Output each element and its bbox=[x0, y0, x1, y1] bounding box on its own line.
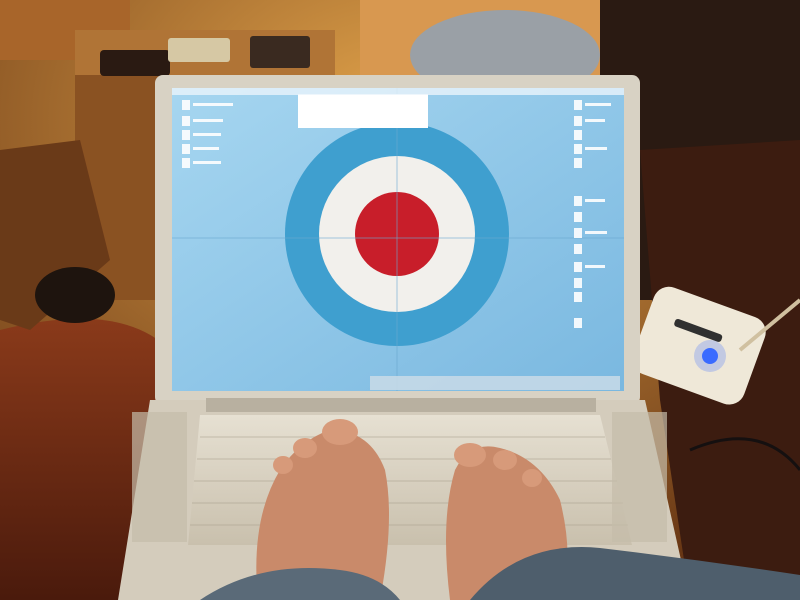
hinge bbox=[206, 398, 596, 412]
file-icon[interactable] bbox=[574, 144, 582, 154]
file-icon[interactable] bbox=[574, 228, 582, 238]
file-icon[interactable] bbox=[182, 158, 190, 168]
cable-coil bbox=[35, 267, 115, 323]
blank-window[interactable] bbox=[298, 94, 428, 128]
left-speaker-grille bbox=[132, 412, 187, 542]
file-icon[interactable] bbox=[574, 278, 582, 288]
box-on-table bbox=[168, 38, 230, 62]
small-device-on-table bbox=[100, 50, 170, 76]
file-icon[interactable] bbox=[574, 130, 582, 140]
file-icon[interactable] bbox=[574, 158, 582, 168]
menu-bar[interactable] bbox=[172, 88, 624, 95]
right-speaker-grille bbox=[612, 412, 667, 542]
file-icon[interactable] bbox=[574, 262, 582, 272]
file-icon[interactable] bbox=[574, 318, 582, 328]
photo-svg bbox=[0, 0, 800, 600]
file-icon[interactable] bbox=[574, 212, 582, 222]
file-icon[interactable] bbox=[574, 196, 582, 206]
phone-on-table bbox=[250, 36, 310, 68]
file-icon[interactable] bbox=[182, 100, 190, 110]
file-icon[interactable] bbox=[182, 144, 190, 154]
file-icon[interactable] bbox=[574, 244, 582, 254]
file-icon[interactable] bbox=[574, 100, 582, 110]
dock[interactable] bbox=[370, 376, 620, 390]
file-icon[interactable] bbox=[574, 292, 582, 302]
file-icon[interactable] bbox=[182, 130, 190, 140]
file-icon[interactable] bbox=[182, 116, 190, 126]
file-icon[interactable] bbox=[574, 116, 582, 126]
photo-scene bbox=[0, 0, 800, 600]
